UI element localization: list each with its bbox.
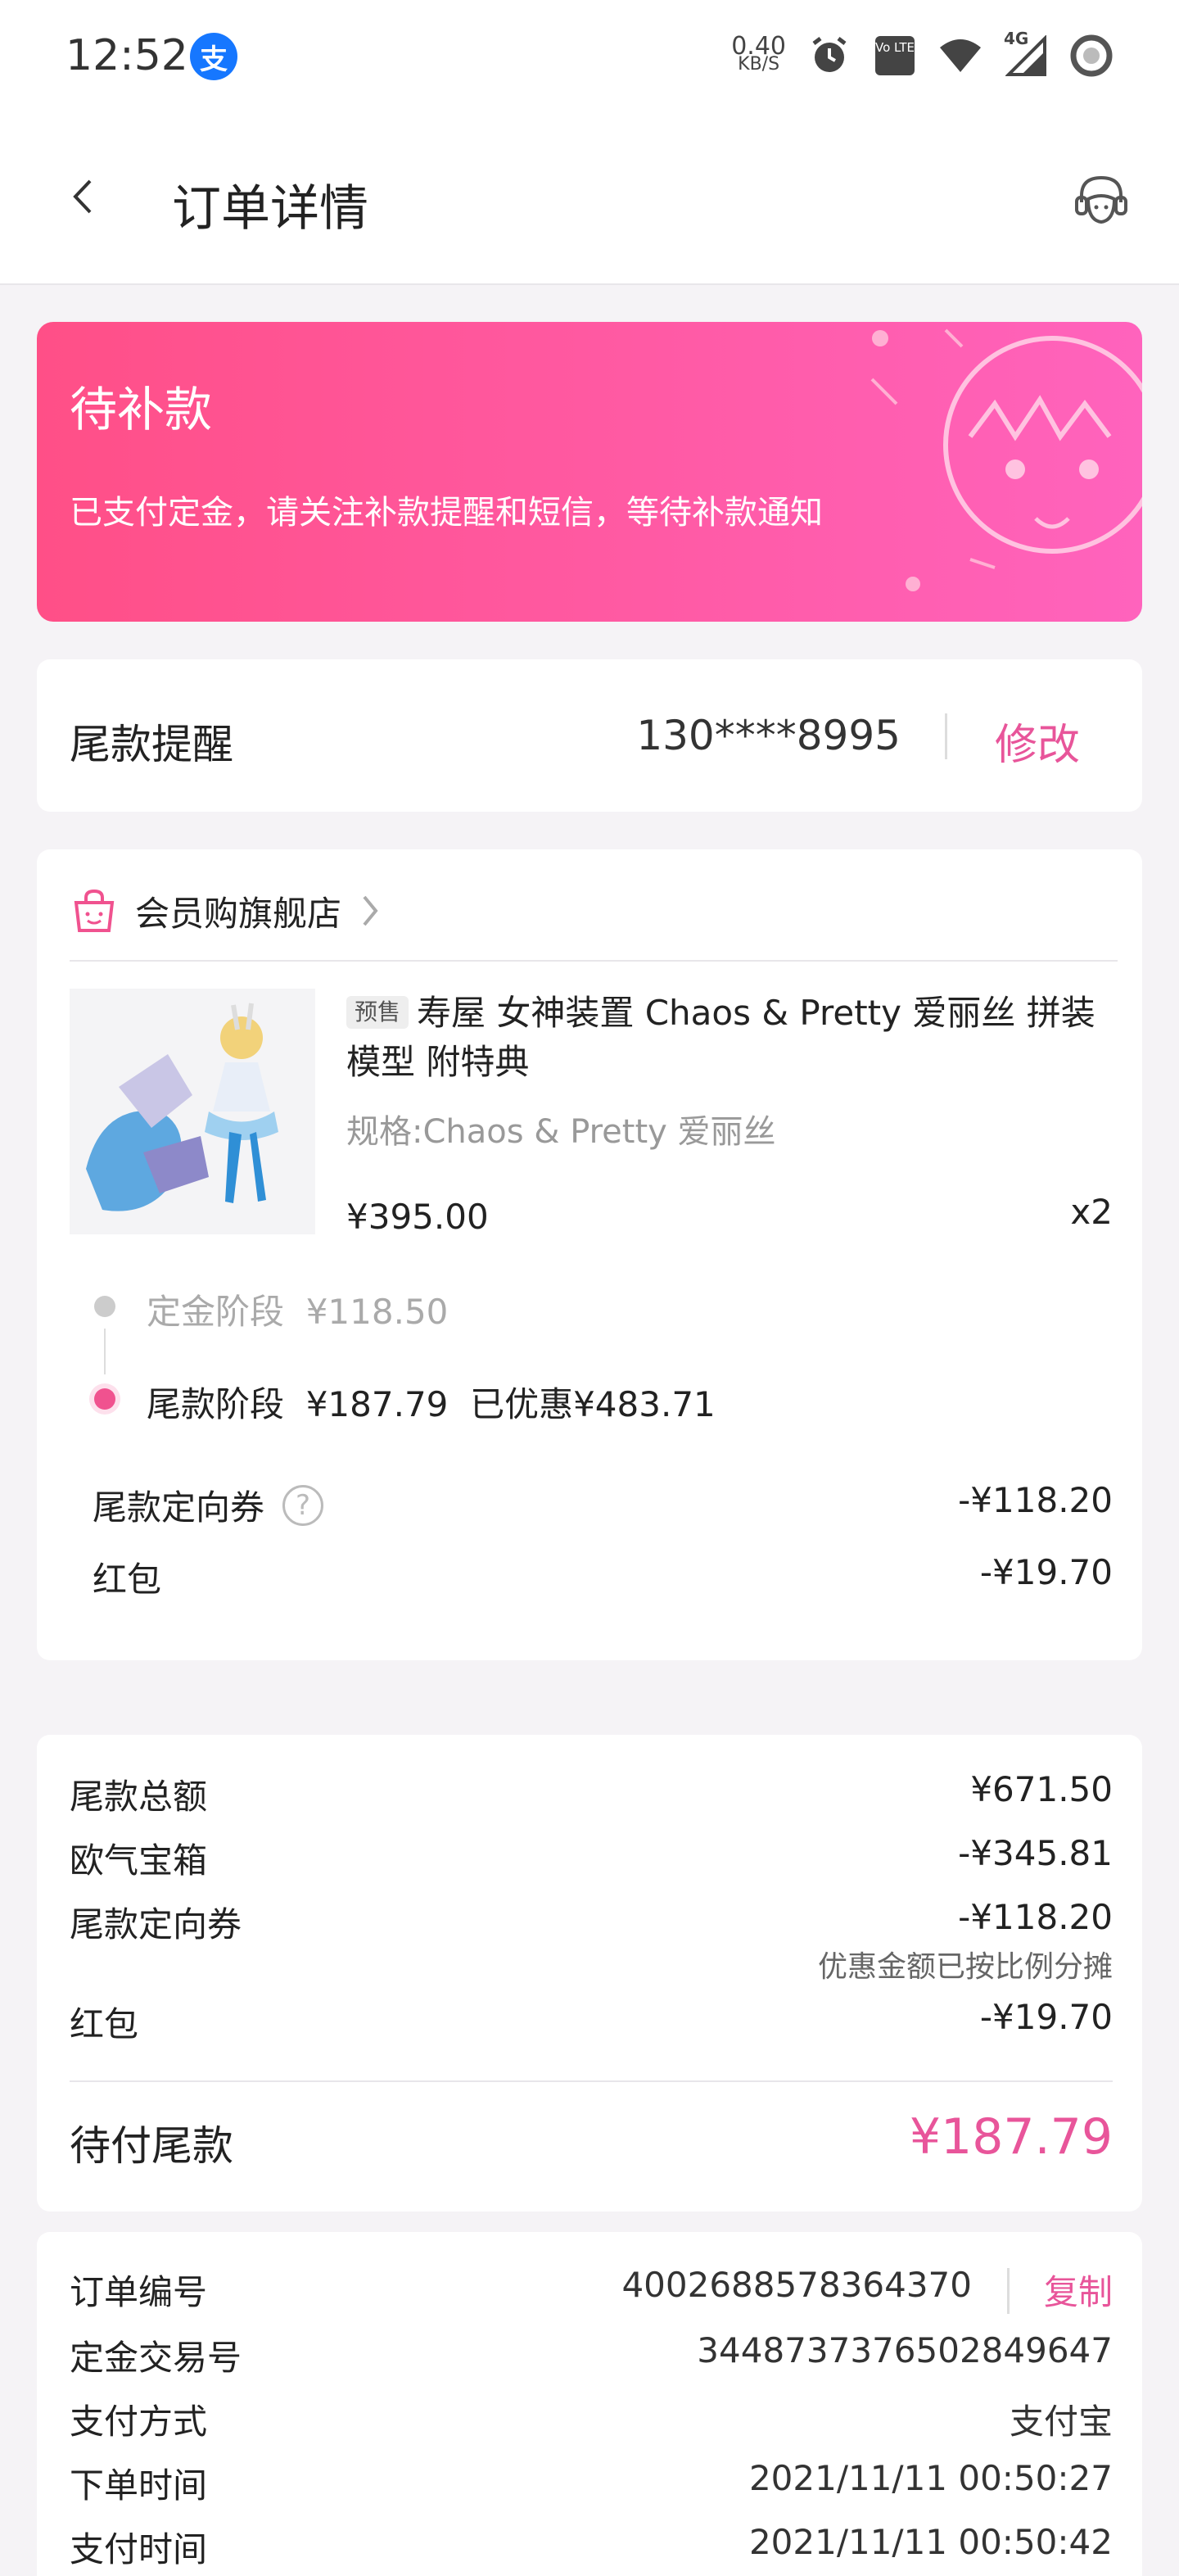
status-time: 12:52 xyxy=(66,31,188,80)
chevron-left-icon xyxy=(73,179,92,214)
network-speed: 0.40 KB/S xyxy=(731,32,786,75)
discount-row: 红包 -¥19.70 xyxy=(93,1552,1113,1601)
copy-order-number-button[interactable]: 复制 xyxy=(1044,2265,1113,2315)
help-icon[interactable]: ? xyxy=(282,1484,324,1526)
info-value: 3448737376502849647 xyxy=(697,2330,1113,2370)
status-icons: 0.40 KB/S Vo LTE 4G xyxy=(731,29,1114,82)
discount-label: 红包 xyxy=(93,1560,162,1600)
cellular-signal-icon: 4G xyxy=(1004,29,1048,78)
balance-stage-text: 尾款阶段 ¥187.79 已优惠¥483.71 xyxy=(147,1384,716,1424)
info-value: 2021/11/11 00:50:27 xyxy=(748,2458,1113,2498)
reminder-phone-number: 130****8995 xyxy=(636,712,901,759)
volte-label: Vo LTE xyxy=(875,36,915,75)
balance-reminder-label: 尾款提醒 xyxy=(70,721,233,768)
summary-label: 尾款总额 xyxy=(70,1777,208,1817)
amount-due-value: ¥187.79 xyxy=(909,2108,1113,2166)
mascot-decoration-icon xyxy=(870,328,1142,591)
info-label: 订单编号 xyxy=(70,2272,208,2312)
product-title[interactable]: 预售 寿屋 女神装置 Chaos & Pretty 爱丽丝 拼装模型 附特典 xyxy=(346,989,1116,1087)
summary-note: 优惠金额已按比例分摊 xyxy=(817,1950,1113,1984)
shopping-bag-icon xyxy=(74,889,115,932)
info-row: 下单时间 2021/11/11 00:50:27 xyxy=(70,2458,1113,2507)
summary-value: -¥118.20 xyxy=(958,1897,1113,1937)
info-row: 定金交易号 3448737376502849647 xyxy=(70,2330,1113,2379)
payment-summary-card: 尾款总额 ¥671.50 欧气宝箱 -¥345.81 尾款定向券 -¥118.2… xyxy=(37,1735,1142,2212)
info-row: 支付时间 2021/11/11 00:50:42 xyxy=(70,2522,1113,2571)
status-bar: 12:52 支 0.40 KB/S Vo LTE 4G xyxy=(0,0,1179,115)
discount-value: -¥19.70 xyxy=(979,1552,1113,1592)
order-item-card: 会员购旗舰店 预售 寿屋 女神装置 Chaos & Pretty 爱丽丝 拼装模型… xyxy=(37,849,1142,1660)
figure-model-image xyxy=(70,989,315,1234)
balance-stage-row: 尾款阶段 ¥187.79 已优惠¥483.71 xyxy=(37,1374,1142,1424)
divider xyxy=(945,713,947,759)
balance-reminder-card: 尾款提醒 130****8995 修改 xyxy=(37,659,1142,812)
info-row: 订单编号 4002688578364370 复制 xyxy=(70,2265,1113,2314)
divider xyxy=(70,960,1118,962)
alipay-notification-icon: 支 xyxy=(190,33,237,80)
page-title: 订单详情 xyxy=(172,180,368,238)
info-label: 支付方式 xyxy=(70,2402,208,2442)
summary-label: 红包 xyxy=(70,2004,139,2044)
presale-badge: 预售 xyxy=(346,996,409,1029)
product-name: 寿屋 女神装置 Chaos & Pretty 爱丽丝 拼装模型 附特典 xyxy=(346,993,1095,1082)
network-speed-unit: KB/S xyxy=(738,54,780,75)
stage-dot-icon xyxy=(94,1296,115,1317)
discount-row: 尾款定向券 ? -¥118.20 xyxy=(93,1480,1113,1529)
network-type: 4G xyxy=(1004,29,1029,48)
summary-label: 欧气宝箱 xyxy=(70,1840,208,1881)
order-status-title: 待补款 xyxy=(70,382,213,437)
summary-label: 尾款定向券 xyxy=(70,1904,242,1944)
product-price: ¥395.00 xyxy=(346,1197,489,1237)
customer-service-button[interactable] xyxy=(1064,164,1138,238)
summary-value: ¥671.50 xyxy=(970,1769,1113,1809)
summary-value: -¥19.70 xyxy=(979,1997,1113,2037)
deposit-stage-text: 定金阶段 ¥118.50 xyxy=(147,1292,449,1332)
order-info-card: 订单编号 4002688578364370 复制 定金交易号 344873737… xyxy=(37,2232,1142,2576)
order-status-description: 已支付定金，请关注补款提醒和短信，等待补款通知 xyxy=(70,494,823,532)
amount-due-label: 待付尾款 xyxy=(70,2122,233,2170)
store-link[interactable]: 会员购旗舰店 xyxy=(70,882,382,939)
wifi-icon xyxy=(938,34,982,78)
network-speed-value: 0.40 xyxy=(731,32,786,61)
product-quantity: x2 xyxy=(1070,1192,1113,1232)
volte-icon: Vo LTE xyxy=(873,34,917,78)
info-row: 支付方式 支付宝 xyxy=(70,2394,1113,2443)
stage-dot-active-icon xyxy=(94,1388,115,1410)
order-number: 4002688578364370 xyxy=(621,2265,972,2305)
order-status-banner: 待补款 已支付定金，请关注补款提醒和短信，等待补款通知 xyxy=(37,322,1142,622)
info-label: 下单时间 xyxy=(70,2465,208,2506)
stage-connector xyxy=(104,1329,106,1374)
alarm-icon xyxy=(807,34,852,78)
chevron-right-icon xyxy=(363,895,378,926)
info-value: 支付宝 xyxy=(1009,2402,1113,2442)
discount-label: 尾款定向券 xyxy=(93,1487,265,1528)
info-label: 支付时间 xyxy=(70,2529,208,2569)
product-image[interactable] xyxy=(70,989,315,1234)
divider xyxy=(70,2080,1113,2082)
product-spec: 规格:Chaos & Pretty 爱丽丝 xyxy=(346,1113,776,1151)
battery-ring-icon xyxy=(1069,34,1114,78)
divider xyxy=(1007,2268,1010,2314)
back-button[interactable] xyxy=(49,164,115,229)
customer-service-icon xyxy=(1075,175,1127,224)
info-value: 2021/11/11 00:50:42 xyxy=(748,2522,1113,2562)
modify-phone-button[interactable]: 修改 xyxy=(995,710,1080,772)
info-label: 定金交易号 xyxy=(70,2338,242,2378)
store-name: 会员购旗舰店 xyxy=(135,893,342,934)
navigation-bar: 订单详情 xyxy=(0,115,1179,285)
deposit-stage-row: 定金阶段 ¥118.50 xyxy=(37,1281,1142,1332)
summary-value: -¥345.81 xyxy=(958,1833,1113,1873)
discount-value: -¥118.20 xyxy=(958,1480,1113,1520)
